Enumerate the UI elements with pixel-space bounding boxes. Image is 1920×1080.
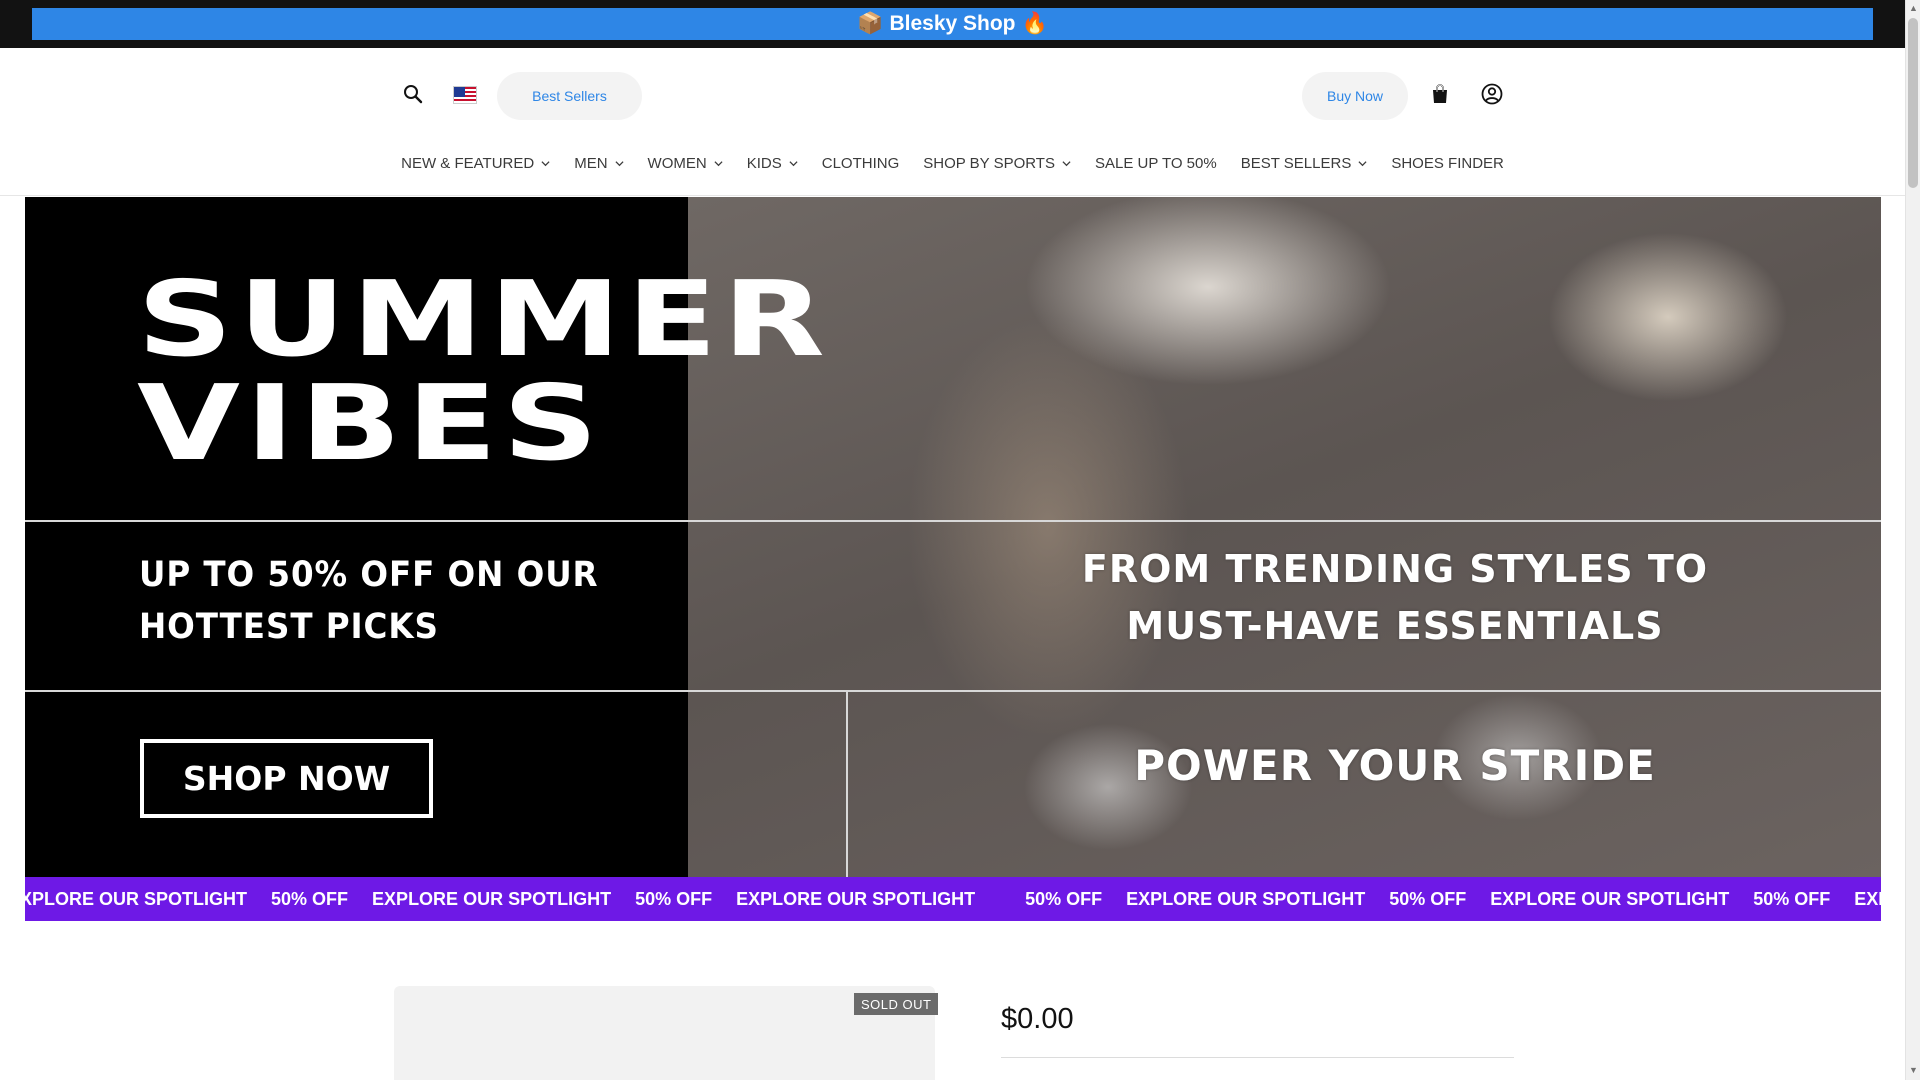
nav-best-sellers[interactable]: BEST SELLERS: [1229, 149, 1380, 177]
hero-title-line: VIBES: [137, 362, 604, 484]
marquee-item: EXPLORE OUR SPOTLIGHT: [372, 888, 612, 909]
nav-label: MEN: [574, 154, 608, 172]
nav-label: NEW & FEATURED: [401, 154, 535, 172]
account-icon[interactable]: [1474, 76, 1510, 112]
fire-icon: 🔥: [1021, 12, 1048, 35]
hero-title: SUMMER VIBES: [137, 267, 830, 475]
hero-banner[interactable]: SUMMER VIBES UP TO 50% OFF ON OUR HOTTES…: [25, 197, 1881, 877]
package-icon: 📦: [857, 12, 884, 35]
nav-new-featured[interactable]: NEW & FEATURED: [389, 149, 562, 177]
scroll-down-icon[interactable]: ▼: [1909, 1066, 1918, 1075]
nav-label: SALE UP TO 50%: [1094, 154, 1217, 172]
hero-right-line: MUST-HAVE ESSENTIALS: [1126, 604, 1664, 648]
scrollbar-thumb[interactable]: [1908, 18, 1918, 188]
nav-sale[interactable]: SALE UP TO 50%: [1083, 149, 1229, 177]
hero-subtitle-line: HOTTEST PICKS: [139, 607, 439, 647]
chevron-down-icon: [789, 160, 798, 166]
marquee-item: 50% OFF: [1753, 888, 1831, 909]
hero-divider: [25, 520, 1881, 522]
nav-label: WOMEN: [647, 154, 707, 172]
hero-right-text: FROM TRENDING STYLES TO MUST-HAVE ESSENT…: [1035, 541, 1755, 655]
price-divider: [1001, 1057, 1514, 1058]
marquee-item: EXPLORE OUR: [1854, 888, 1881, 909]
best-sellers-button[interactable]: Best Sellers: [497, 72, 642, 120]
hero-title-line: SUMMER: [137, 258, 831, 380]
hero-tagline: POWER YOUR STRIDE: [1134, 741, 1656, 790]
chevron-down-icon: [1062, 160, 1071, 166]
hero-subtitle: UP TO 50% OFF ON OUR HOTTEST PICKS: [139, 549, 599, 653]
nav-kids[interactable]: KIDS: [735, 149, 810, 177]
nav-shop-by-sports[interactable]: SHOP BY SPORTS: [911, 149, 1083, 177]
site-header: Best Sellers Buy Now NEW & FEATURED MEN …: [0, 48, 1905, 196]
shop-now-button[interactable]: SHOP NOW: [140, 739, 433, 818]
nav-label: BEST SELLERS: [1240, 154, 1352, 172]
nav-shoes-finder[interactable]: SHOES FINDER: [1379, 149, 1516, 177]
marquee-item: XPLORE OUR SPOTLIGHT: [25, 888, 248, 909]
nav-label: CLOTHING: [821, 154, 900, 172]
nav-label: SHOES FINDER: [1391, 154, 1504, 172]
announcement-bar-container: 📦 Blesky Shop 🔥: [0, 0, 1905, 48]
shopping-bag-icon[interactable]: [1422, 76, 1458, 112]
chevron-down-icon: [1358, 160, 1367, 166]
marquee-item: 50% OFF: [635, 888, 713, 909]
search-icon[interactable]: [395, 76, 431, 112]
chevron-down-icon: [541, 160, 550, 166]
promo-marquee[interactable]: XPLORE OUR SPOTLIGHT 50% OFF EXPLORE OUR…: [25, 877, 1881, 921]
scroll-up-icon[interactable]: ▲: [1909, 4, 1918, 13]
marquee-item: 50% OFF: [271, 888, 349, 909]
buy-now-button[interactable]: Buy Now: [1302, 72, 1408, 120]
nav-clothing[interactable]: CLOTHING: [810, 149, 912, 177]
marquee-item: EXPLORE OUR SPOTLIGHT: [1490, 888, 1730, 909]
announcement-text: Blesky Shop: [889, 12, 1016, 35]
chevron-down-icon: [615, 160, 624, 166]
marquee-item: EXPLORE OUR SPOTLIGHT: [1126, 888, 1366, 909]
marquee-track: XPLORE OUR SPOTLIGHT 50% OFF EXPLORE OUR…: [25, 877, 1881, 921]
us-flag-icon[interactable]: [453, 86, 477, 104]
hero-subtitle-line: UP TO 50% OFF ON OUR: [139, 555, 599, 595]
sold-out-badge: SOLD OUT: [854, 993, 939, 1015]
nav-label: KIDS: [746, 154, 782, 172]
marquee-item: EXPLORE OUR SPOTLIGHT: [736, 888, 976, 909]
marquee-item: 50% OFF: [1389, 888, 1467, 909]
product-price: $0.00: [1001, 1003, 1074, 1035]
nav-men[interactable]: MEN: [562, 149, 635, 177]
nav-women[interactable]: WOMEN: [636, 149, 735, 177]
page-scrollbar[interactable]: ▲ ▼: [1905, 0, 1920, 1080]
marquee-item: 50% OFF: [1025, 888, 1103, 909]
nav-label: SHOP BY SPORTS: [923, 154, 1055, 172]
hero-divider: [846, 691, 848, 877]
chevron-down-icon: [714, 160, 723, 166]
main-navigation: NEW & FEATURED MEN WOMEN KIDS CLOTHING S…: [0, 149, 1905, 177]
hero-right-line: FROM TRENDING STYLES TO: [1081, 547, 1709, 591]
hero-divider: [25, 690, 1881, 692]
announcement-bar[interactable]: 📦 Blesky Shop 🔥: [32, 8, 1873, 40]
